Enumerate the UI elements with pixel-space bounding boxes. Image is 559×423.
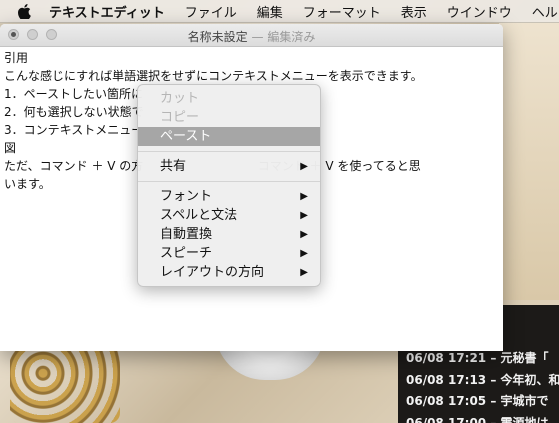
menu-item-share[interactable]: 共有 ▶	[138, 157, 320, 176]
submenu-arrow-icon: ▶	[300, 229, 308, 240]
apple-menu-icon[interactable]	[18, 3, 31, 19]
text-line: こんな感じにすれば単語選択をせずにコンテキストメニューを表示できます。	[4, 69, 423, 83]
submenu-arrow-icon: ▶	[300, 161, 308, 172]
text-line: 引用	[4, 51, 29, 65]
submenu-arrow-icon: ▶	[300, 248, 308, 259]
menu-app-textedit[interactable]: テキストエディット	[45, 2, 175, 21]
news-item[interactable]: 06/08 17:00 – 震源地は	[398, 413, 559, 423]
submenu-arrow-icon: ▶	[300, 210, 308, 221]
desktop-wallpaper-chain	[10, 340, 120, 423]
menu-item-paste[interactable]: ペースト	[138, 127, 320, 146]
menu-separator	[138, 151, 320, 152]
menu-item-substitutions[interactable]: 自動置換 ▶	[138, 225, 320, 244]
menu-item-speech[interactable]: スピーチ ▶	[138, 244, 320, 263]
menu-separator	[138, 181, 320, 182]
menu-help[interactable]: ヘルフ	[522, 2, 559, 21]
menu-window[interactable]: ウインドウ	[437, 2, 522, 21]
menu-item-label: 共有	[160, 159, 187, 174]
window-title: 名称未設定 — 編集済み	[0, 28, 503, 45]
menu-item-font[interactable]: フォント ▶	[138, 187, 320, 206]
menu-edit[interactable]: 編集	[247, 2, 293, 21]
context-menu: カット コピー ペースト 共有 ▶ フォント ▶ スペルと文法 ▶ 自動置換 ▶ スピー…	[137, 84, 321, 287]
menu-file[interactable]: ファイル	[175, 2, 247, 21]
news-item[interactable]: 06/08 17:13 – 今年初、和	[398, 370, 559, 392]
desktop-wallpaper-paper	[499, 20, 559, 300]
submenu-arrow-icon: ▶	[300, 267, 308, 278]
window-titlebar[interactable]: 名称未設定 — 編集済み	[0, 24, 503, 47]
menu-item-copy: コピー	[160, 110, 200, 125]
edited-status: 編集済み	[267, 30, 316, 44]
menu-bar: テキストエディット ファイル 編集 フォーマット 表示 ウインドウ ヘルフ	[0, 0, 559, 23]
title-separator: —	[251, 30, 264, 44]
menu-item-label: スピーチ	[160, 246, 213, 261]
submenu-arrow-icon: ▶	[300, 191, 308, 202]
menu-item-spelling[interactable]: スペルと文法 ▶	[138, 206, 320, 225]
menu-item-label: 自動置換	[160, 227, 213, 242]
news-item[interactable]: 06/08 17:05 – 宇城市で	[398, 391, 559, 413]
news-item[interactable]: 06/08 17:21 – 元秘書「	[398, 348, 559, 370]
menu-view[interactable]: 表示	[391, 2, 437, 21]
menu-format[interactable]: フォーマット	[293, 2, 391, 21]
menu-item-cut: カット	[160, 91, 200, 106]
document-name: 名称未設定	[187, 30, 248, 44]
menu-item-label: フォント	[160, 189, 213, 204]
menu-item-label: スペルと文法	[160, 208, 238, 223]
menu-item-label: レイアウトの方向	[160, 265, 265, 280]
menu-item-layout-direction[interactable]: レイアウトの方向 ▶	[138, 263, 320, 282]
